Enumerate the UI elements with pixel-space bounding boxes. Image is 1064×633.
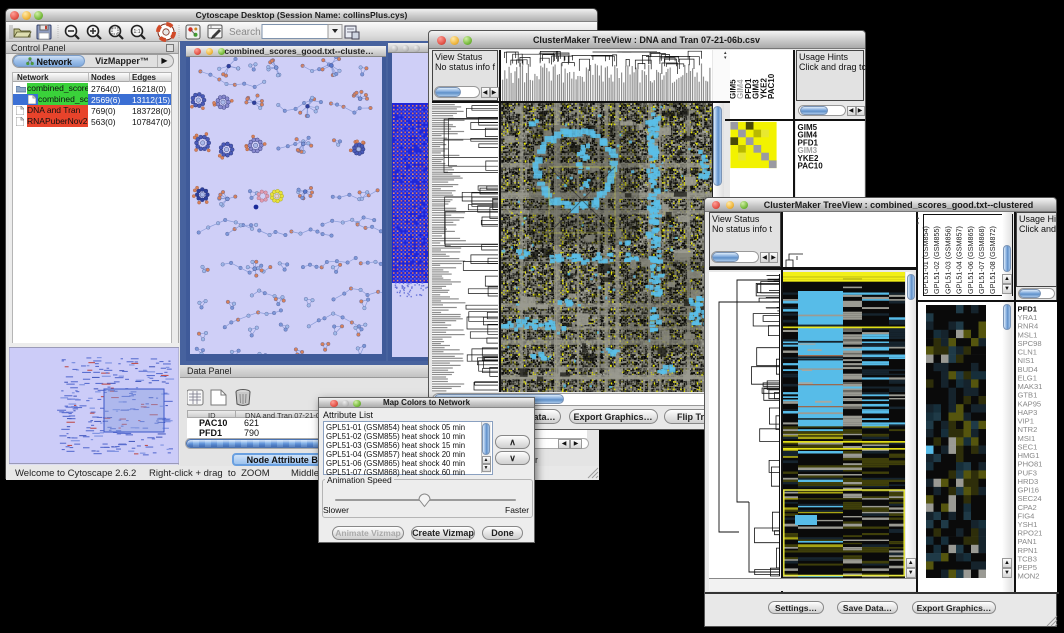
svg-text:Search:: Search: — [229, 27, 263, 38]
svg-text:MON2: MON2 — [1018, 572, 1040, 581]
svg-text:PAC10: PAC10 — [767, 73, 776, 99]
svg-text:PAC10: PAC10 — [798, 161, 824, 170]
svg-text:1:1: 1:1 — [134, 29, 141, 35]
